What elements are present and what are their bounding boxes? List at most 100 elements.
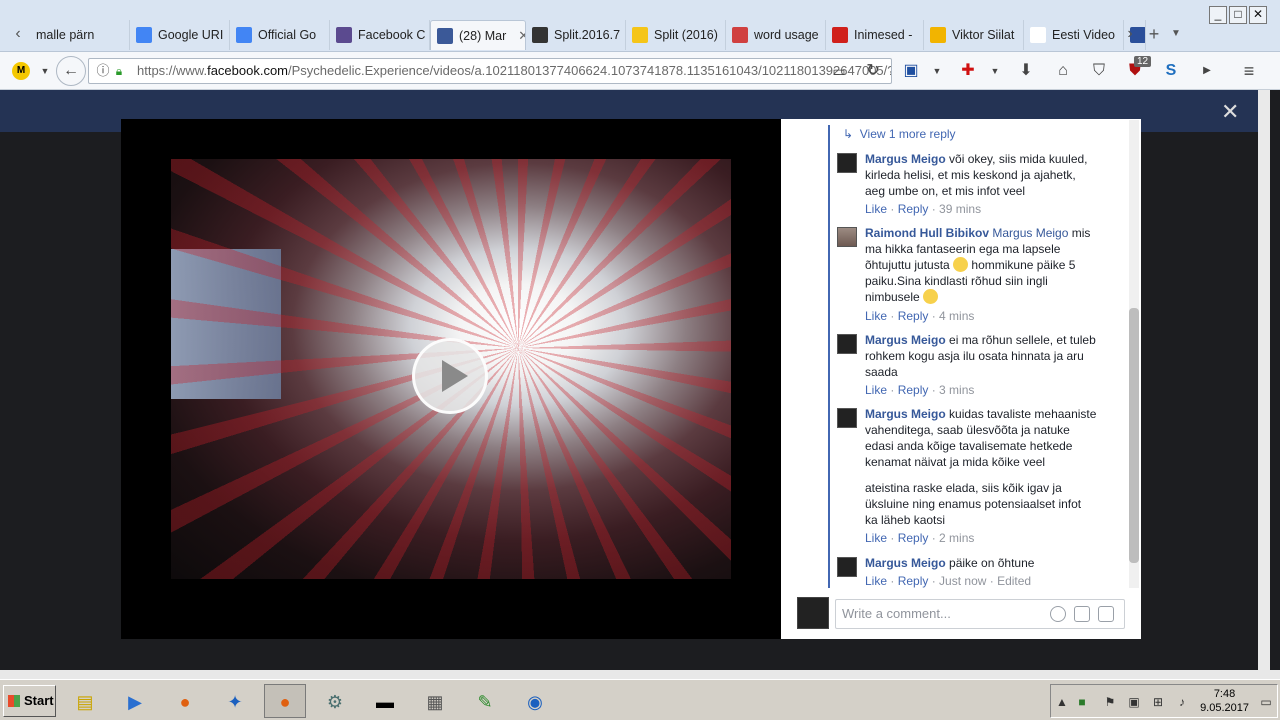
- tab[interactable]: Inimesed -: [826, 20, 924, 50]
- reply-link[interactable]: Reply: [898, 383, 929, 397]
- comment: Margus Meigo päike on õhtune Like · Repl…: [837, 555, 1102, 589]
- tab[interactable]: (28) Mar ✕: [430, 20, 526, 50]
- address-bar[interactable]: https://www.facebook.com/Psychedelic.Exp…: [88, 58, 892, 84]
- like-link[interactable]: Like: [865, 383, 887, 397]
- notepad-icon[interactable]: ✎: [464, 684, 506, 718]
- media-player-icon[interactable]: ▶: [114, 684, 156, 718]
- comment-body: Margus Meigo ei ma rõhun sellele, et tul…: [865, 332, 1097, 380]
- emoji-picker-icon[interactable]: [1050, 606, 1066, 622]
- like-link[interactable]: Like: [865, 531, 887, 545]
- qbittorrent-icon[interactable]: ◉: [514, 684, 556, 718]
- command-prompt-icon[interactable]: ▬: [364, 684, 406, 718]
- clock-date: 9.05.2017: [1200, 702, 1249, 714]
- hamburger-menu-icon[interactable]: ≡: [1238, 60, 1260, 82]
- reload-icon[interactable]: ↻: [862, 60, 884, 82]
- reader-view-icon[interactable]: ▭: [828, 60, 850, 82]
- tray-device-icon[interactable]: ▣: [1127, 695, 1141, 709]
- addon-badge: 12: [1134, 56, 1152, 67]
- tab[interactable]: word usage: [726, 20, 826, 50]
- like-link[interactable]: Like: [865, 309, 887, 323]
- view-more-label: View 1 more reply: [859, 127, 956, 141]
- addon-chevron-icon[interactable]: ▼: [984, 60, 1006, 82]
- comment-time[interactable]: 4 mins: [939, 309, 974, 323]
- menu-m-icon[interactable]: M: [12, 62, 30, 80]
- tab[interactable]: Official Go: [230, 20, 330, 50]
- show-desktop-icon[interactable]: ▭: [1259, 695, 1273, 709]
- like-link[interactable]: Like: [865, 202, 887, 216]
- tab-list-chevron-icon[interactable]: ▼: [1168, 24, 1184, 44]
- tab[interactable]: Split (2016): [626, 20, 726, 50]
- close-window-button[interactable]: ✕: [1249, 6, 1267, 24]
- like-link[interactable]: Like: [865, 574, 887, 588]
- comment-author[interactable]: Margus Meigo: [865, 556, 946, 570]
- clock[interactable]: 7:48 9.05.2017: [1200, 687, 1249, 715]
- tab[interactable]: Viktor Siilat: [924, 20, 1024, 50]
- comments-scroll-thumb[interactable]: [1129, 308, 1139, 563]
- comment-time[interactable]: 39 mins: [939, 202, 981, 216]
- tab[interactable]: Facebook C: [330, 20, 430, 50]
- save-menu-chevron-icon[interactable]: ▼: [926, 60, 948, 82]
- url-prefix: https://www.: [137, 63, 208, 78]
- close-overlay-icon[interactable]: ✕: [1221, 99, 1239, 125]
- network-tool-icon[interactable]: ⚙: [314, 684, 356, 718]
- back-button[interactable]: ←: [56, 56, 86, 86]
- file-explorer-icon[interactable]: ▤: [64, 684, 106, 718]
- comment-author[interactable]: Margus Meigo: [865, 333, 946, 347]
- tray-expand-icon[interactable]: ▲: [1055, 695, 1069, 709]
- minimize-button[interactable]: _: [1209, 6, 1227, 24]
- thunderbird-icon[interactable]: ✦: [214, 684, 256, 718]
- smile-emoji-icon: [923, 289, 939, 304]
- s-addon-icon[interactable]: S: [1160, 60, 1182, 82]
- save-icon[interactable]: ▣: [900, 60, 922, 82]
- facebook-icon: [437, 27, 453, 44]
- comment-time[interactable]: 2 mins: [939, 531, 974, 545]
- comment-time[interactable]: 3 mins: [939, 383, 974, 397]
- comment-time[interactable]: Just now: [939, 574, 986, 588]
- tab[interactable]: Split.2016.7: [526, 20, 626, 50]
- network-icon[interactable]: ⊞: [1151, 695, 1165, 709]
- pocket-icon[interactable]: ⛉: [1088, 60, 1110, 82]
- grid-icon: [336, 27, 352, 43]
- tab-label: word usage: [754, 28, 819, 42]
- reply-link[interactable]: Reply: [898, 574, 929, 588]
- tab[interactable]: Eesti Video: [1024, 20, 1124, 50]
- comment-author[interactable]: Margus Meigo: [865, 152, 946, 166]
- volume-icon[interactable]: ♪: [1175, 695, 1189, 709]
- calculator-icon[interactable]: ▦: [414, 684, 456, 718]
- youtube-icon[interactable]: ▶: [1196, 60, 1218, 82]
- page-scrollbar[interactable]: [1258, 90, 1270, 670]
- tab-label: Official Go: [258, 28, 317, 42]
- plus-addon-icon[interactable]: ✚: [957, 60, 979, 82]
- tab-label: Viktor Siilat: [952, 28, 1015, 42]
- screen: { "tabs":[ {"label":"malle pärn","icon":…: [0, 0, 1280, 720]
- new-tab-icon[interactable]: +: [1146, 24, 1162, 44]
- write-comment-input[interactable]: Write a comment...: [835, 599, 1125, 629]
- reply-link[interactable]: Reply: [898, 531, 929, 545]
- comment-author[interactable]: Margus Meigo: [865, 407, 946, 421]
- reply-link[interactable]: Reply: [898, 202, 929, 216]
- tabs-scroll-right-icon[interactable]: ›: [1122, 24, 1138, 44]
- action-center-icon[interactable]: ⚑: [1103, 695, 1117, 709]
- maximize-button[interactable]: □: [1229, 6, 1247, 24]
- view-more-replies-link[interactable]: ↳ View 1 more reply: [843, 127, 956, 141]
- comment-mention[interactable]: Margus Meigo: [992, 226, 1068, 240]
- edited-label[interactable]: Edited: [997, 574, 1031, 588]
- home-icon[interactable]: ⌂: [1052, 60, 1074, 82]
- firefox-active-icon[interactable]: ●: [264, 684, 306, 718]
- download-icon[interactable]: ⬇: [1015, 60, 1037, 82]
- play-button[interactable]: [412, 338, 488, 414]
- camera-icon[interactable]: [1074, 606, 1090, 622]
- tab[interactable]: malle pärn: [30, 20, 130, 50]
- comment-author[interactable]: Raimond Hull Bibikov: [865, 226, 989, 240]
- tab-label: Inimesed -: [854, 28, 913, 42]
- close-tab-icon[interactable]: ✕: [518, 28, 525, 44]
- reply-link[interactable]: Reply: [898, 309, 929, 323]
- tabs-scroll-left-icon[interactable]: ‹: [10, 24, 26, 44]
- start-button[interactable]: Start: [3, 685, 56, 717]
- firefox-icon[interactable]: ●: [164, 684, 206, 718]
- tab-bar: ‹ malle pärn Google URI Official Go Faceboo…: [0, 0, 1280, 52]
- menu-chevron-icon[interactable]: ▼: [34, 60, 56, 82]
- tab[interactable]: Google URI: [130, 20, 230, 50]
- tray-app-icon[interactable]: ■: [1075, 695, 1089, 709]
- sticker-icon[interactable]: [1098, 606, 1114, 622]
